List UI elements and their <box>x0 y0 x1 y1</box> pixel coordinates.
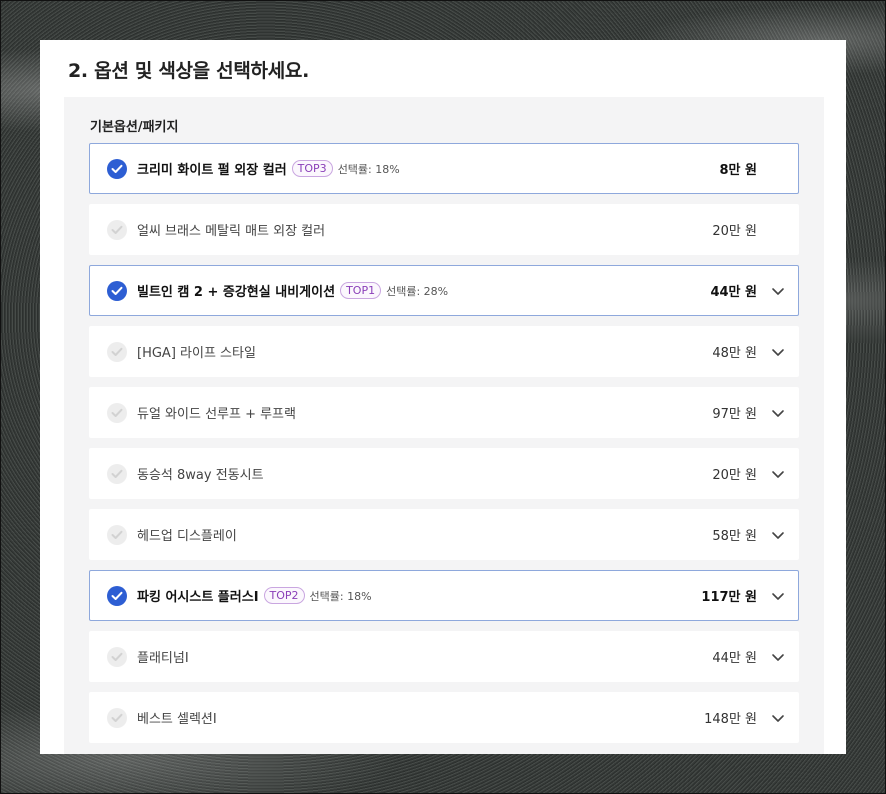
unchecked-icon[interactable] <box>107 525 127 545</box>
option-price: 20만 원 <box>712 468 757 483</box>
option-item[interactable]: [HGA] 라이프 스타일 48만 원 <box>89 326 799 377</box>
section-heading: 2. 옵션 및 색상을 선택하세요. <box>68 60 309 82</box>
option-name: 플래티넘I <box>137 651 189 666</box>
selection-rate: 선택률: 18% <box>337 162 400 176</box>
chevron-down-icon[interactable] <box>770 710 786 726</box>
unchecked-icon[interactable] <box>107 708 127 728</box>
option-price: 117만 원 <box>701 590 757 605</box>
option-name: 크리미 화이트 펄 외장 컬러 <box>137 163 287 178</box>
option-item[interactable]: 파킹 어시스트 플러스I TOP2 선택률: 18% 117만 원 <box>89 570 799 621</box>
chevron-down-icon[interactable] <box>770 283 786 299</box>
option-item[interactable]: 베스트 셀렉션I 148만 원 <box>89 692 799 743</box>
options-panel: 기본옵션/패키지 크리미 화이트 펄 외장 컬러 TOP3 선택률: 18% 8만 원… <box>64 97 824 754</box>
option-price: 20만 원 <box>712 224 757 239</box>
option-label: 듀얼 와이드 선루프 + 루프랙 <box>137 388 296 437</box>
unchecked-icon[interactable] <box>107 464 127 484</box>
option-label: [HGA] 라이프 스타일 <box>137 327 256 376</box>
chevron-down-icon[interactable] <box>770 527 786 543</box>
rank-badge: TOP3 <box>291 160 333 177</box>
chevron-down-icon[interactable] <box>770 344 786 360</box>
chevron-down-icon[interactable] <box>770 466 786 482</box>
option-item[interactable]: 헤드업 디스플레이 58만 원 <box>89 509 799 560</box>
option-price: 148만 원 <box>704 712 757 727</box>
checked-icon[interactable] <box>107 281 127 301</box>
chevron-down-icon[interactable] <box>770 405 786 421</box>
chevron-down-icon[interactable] <box>770 649 786 665</box>
option-label: 베스트 셀렉션I <box>137 693 217 742</box>
unchecked-icon[interactable] <box>107 647 127 667</box>
option-name: 듀얼 와이드 선루프 + 루프랙 <box>137 407 296 422</box>
unchecked-icon[interactable] <box>107 342 127 362</box>
option-price: 8만 원 <box>719 163 758 178</box>
option-label: 플래티넘I <box>137 632 189 681</box>
option-price: 58만 원 <box>712 529 757 544</box>
checked-icon[interactable] <box>107 159 127 179</box>
option-item[interactable]: 빌트인 캠 2 + 증강현실 내비게이션 TOP1 선택률: 28% 44만 원 <box>89 265 799 316</box>
rank-badge: TOP1 <box>340 282 382 299</box>
option-name: 베스트 셀렉션I <box>137 712 217 727</box>
option-label: 빌트인 캠 2 + 증강현실 내비게이션 TOP1 선택률: 28% <box>137 266 448 315</box>
option-name: 빌트인 캠 2 + 증강현실 내비게이션 <box>137 285 336 300</box>
option-item[interactable]: 크리미 화이트 펄 외장 컬러 TOP3 선택률: 18% 8만 원 <box>89 143 799 194</box>
chevron-down-icon[interactable] <box>770 588 786 604</box>
option-label: 헤드업 디스플레이 <box>137 510 237 559</box>
option-item[interactable]: 동승석 8way 전동시트 20만 원 <box>89 448 799 499</box>
option-name: 파킹 어시스트 플러스I <box>137 590 259 605</box>
panel-title: 기본옵션/패키지 <box>90 120 179 135</box>
selection-rate: 선택률: 18% <box>309 589 372 603</box>
option-name: [HGA] 라이프 스타일 <box>137 346 256 361</box>
option-price: 44만 원 <box>712 651 757 666</box>
rank-badge: TOP2 <box>263 587 305 604</box>
unchecked-icon[interactable] <box>107 403 127 423</box>
unchecked-icon[interactable] <box>107 220 127 240</box>
option-price: 44만 원 <box>710 285 757 300</box>
options-card: 2. 옵션 및 색상을 선택하세요. 기본옵션/패키지 크리미 화이트 펄 외장… <box>40 40 846 754</box>
checked-icon[interactable] <box>107 586 127 606</box>
option-label: 동승석 8way 전동시트 <box>137 449 264 498</box>
selection-rate: 선택률: 28% <box>386 284 449 298</box>
option-name: 헤드업 디스플레이 <box>137 529 237 544</box>
option-item[interactable]: 플래티넘I 44만 원 <box>89 631 799 682</box>
option-price: 97만 원 <box>712 407 757 422</box>
option-item[interactable]: 얼씨 브래스 메탈릭 매트 외장 컬러 20만 원 <box>89 204 799 255</box>
option-label: 파킹 어시스트 플러스I TOP2 선택률: 18% <box>137 571 372 620</box>
option-name: 얼씨 브래스 메탈릭 매트 외장 컬러 <box>137 224 326 239</box>
option-name: 동승석 8way 전동시트 <box>137 468 264 483</box>
option-price: 48만 원 <box>712 346 757 361</box>
option-label: 크리미 화이트 펄 외장 컬러 TOP3 선택률: 18% <box>137 144 400 193</box>
option-item[interactable]: 듀얼 와이드 선루프 + 루프랙 97만 원 <box>89 387 799 438</box>
option-label: 얼씨 브래스 메탈릭 매트 외장 컬러 <box>137 205 325 254</box>
option-list: 크리미 화이트 펄 외장 컬러 TOP3 선택률: 18% 8만 원얼씨 브래스 메탈… <box>89 143 799 753</box>
